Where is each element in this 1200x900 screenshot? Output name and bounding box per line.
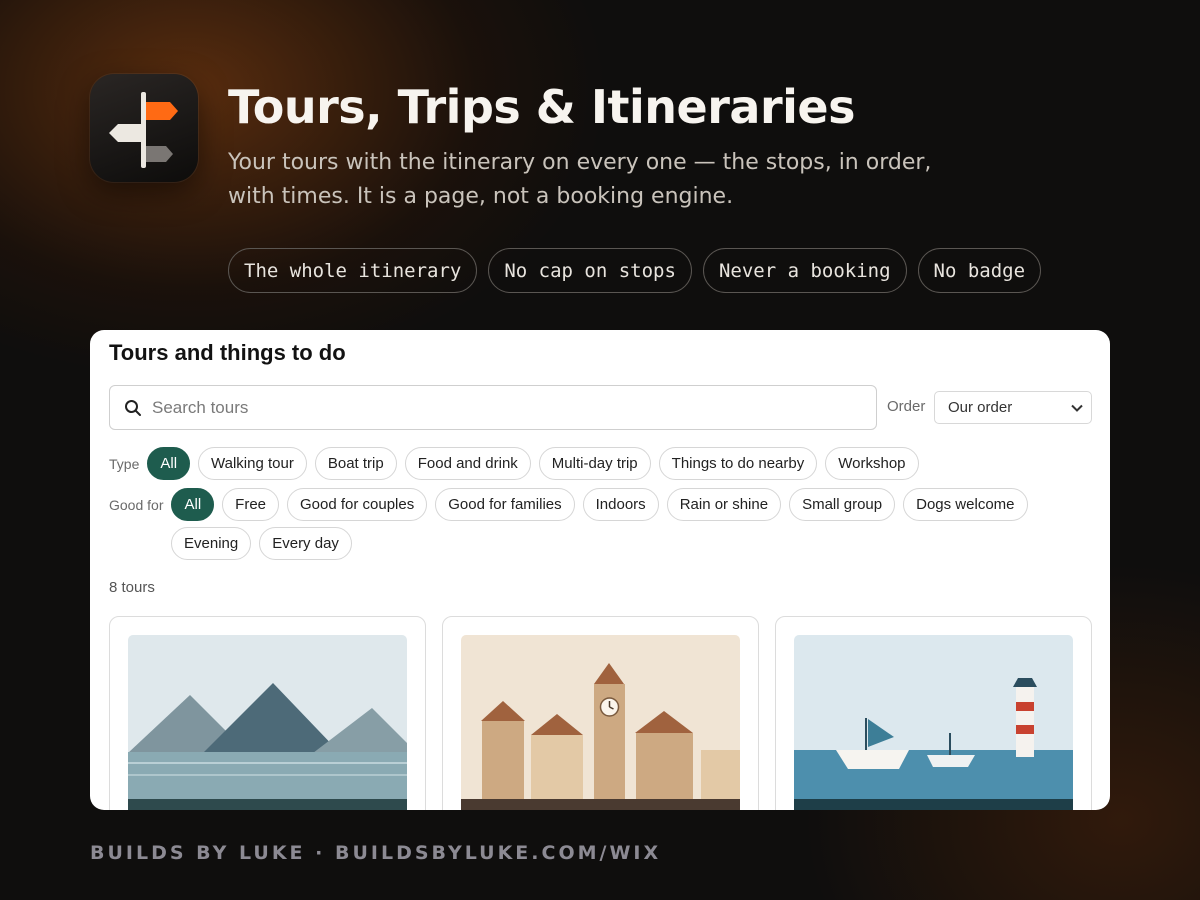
feature-pills: The whole itinerary No cap on stops Neve… <box>228 248 1042 293</box>
signpost-icon <box>109 92 178 168</box>
page-title: Tours, Trips & Itineraries <box>228 80 855 134</box>
search-input[interactable] <box>152 397 832 418</box>
mountain-lake-illustration <box>128 635 407 810</box>
good-for-chip-indoors[interactable]: Indoors <box>582 488 659 521</box>
chevron-down-icon <box>1071 404 1083 412</box>
feature-pill-no-badge: No badge <box>917 248 1042 293</box>
old-town-clocktower-illustration <box>461 635 740 810</box>
type-chip-multi-day-trip[interactable]: Multi-day trip <box>538 447 651 480</box>
search-box[interactable] <box>109 385 877 430</box>
tour-card[interactable] <box>442 616 759 810</box>
good-for-filter-row: Good for All Free Good for couples Good … <box>109 488 1028 521</box>
order-selected-value: Our order <box>948 399 1013 416</box>
good-for-chip-small-group[interactable]: Small group <box>789 488 896 521</box>
good-for-chip-free[interactable]: Free <box>222 488 279 521</box>
type-chip-boat-trip[interactable]: Boat trip <box>314 447 397 480</box>
type-chip-walking-tour[interactable]: Walking tour <box>198 447 307 480</box>
search-icon <box>125 399 141 416</box>
good-for-chip-all[interactable]: All <box>171 488 215 521</box>
order-select[interactable]: Our order <box>934 391 1092 424</box>
good-for-filter-row-2: Evening Every day <box>171 527 352 560</box>
good-for-chip-families[interactable]: Good for families <box>435 488 575 521</box>
good-for-filter-label: Good for <box>109 496 164 513</box>
type-filter-row: Type All Walking tour Boat trip Food and… <box>109 447 919 480</box>
good-for-chip-couples[interactable]: Good for couples <box>287 488 428 521</box>
feature-pill-no-cap: No cap on stops <box>488 248 692 293</box>
good-for-chip-evening[interactable]: Evening <box>171 527 252 560</box>
type-chip-workshop[interactable]: Workshop <box>825 447 919 480</box>
good-for-chip-dogs-welcome[interactable]: Dogs welcome <box>903 488 1028 521</box>
good-for-chip-rain-or-shine[interactable]: Rain or shine <box>666 488 782 521</box>
tour-card[interactable] <box>109 616 426 810</box>
order-label: Order <box>887 398 926 415</box>
type-chip-things-nearby[interactable]: Things to do nearby <box>658 447 818 480</box>
tour-card[interactable] <box>775 616 1092 810</box>
result-count: 8 tours <box>109 579 155 596</box>
tours-widget-preview: Tours and things to do Order Our order T… <box>90 330 1110 810</box>
type-chip-food-and-drink[interactable]: Food and drink <box>404 447 531 480</box>
harbour-lighthouse-illustration <box>794 635 1073 810</box>
feature-pill-never-booking: Never a booking <box>702 248 907 293</box>
type-chip-all[interactable]: All <box>147 447 191 480</box>
type-filter-label: Type <box>109 455 140 472</box>
app-icon <box>90 74 198 182</box>
page-subtitle: Your tours with the itinerary on every o… <box>228 150 932 209</box>
widget-title: Tours and things to do <box>109 340 346 365</box>
feature-pill-whole-itinerary: The whole itinerary <box>228 248 478 293</box>
good-for-chip-every-day[interactable]: Every day <box>259 527 352 560</box>
footer-credit: BUILDS BY LUKE · BUILDSBYLUKE.COM/WIX <box>90 842 662 864</box>
